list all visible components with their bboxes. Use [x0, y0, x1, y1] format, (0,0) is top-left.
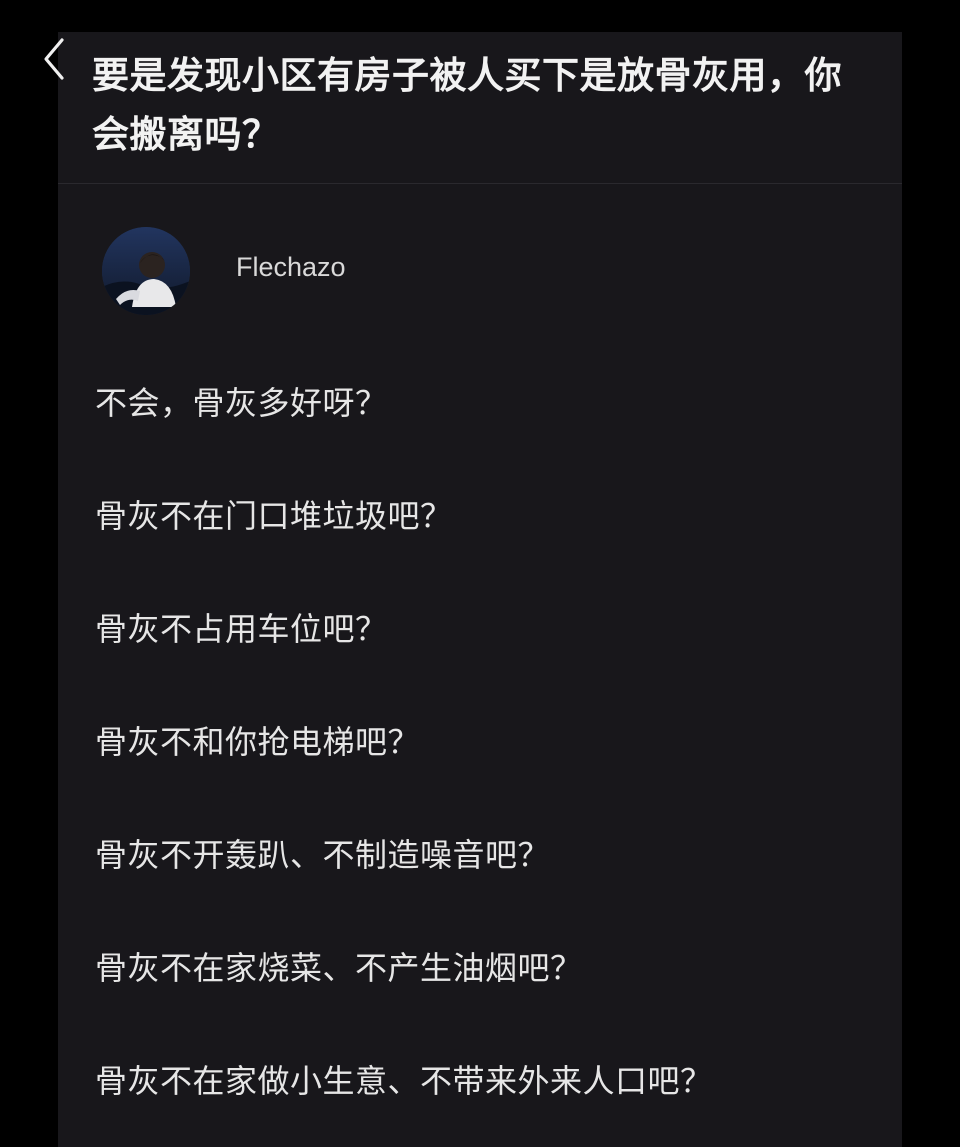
answer-line: 骨灰不开轰趴、不制造噪音吧？: [95, 836, 551, 874]
header-divider: [58, 183, 902, 184]
author-name[interactable]: Flechazo: [236, 252, 346, 283]
avatar[interactable]: [102, 227, 190, 315]
app-screen: 要是发现小区有房子被人买下是放骨灰用，你会搬离吗？ Flechazo 不会，骨灰…: [0, 0, 960, 1147]
answer-line: 骨灰不和你抢电梯吧？: [95, 723, 421, 761]
answer-line: 骨灰不占用车位吧？: [95, 610, 388, 648]
answer-body: 不会，骨灰多好呀？ 骨灰不在门口堆垃圾吧？ 骨灰不占用车位吧？ 骨灰不和你抢电梯…: [95, 375, 895, 1147]
author-row[interactable]: Flechazo: [102, 226, 346, 316]
answer-line: 骨灰不在门口堆垃圾吧？: [95, 497, 453, 535]
question-title: 要是发现小区有房子被人买下是放骨灰用，你会搬离吗？: [92, 54, 842, 156]
answer-line: 骨灰不在家烧菜、不产生油烟吧？: [95, 949, 583, 987]
answer-line: 不会，骨灰多好呀？: [95, 384, 388, 422]
chevron-left-icon: [34, 34, 74, 84]
back-button[interactable]: [34, 34, 74, 84]
answer-line: 骨灰不在家做小生意、不带来外来人口吧？: [95, 1062, 713, 1100]
